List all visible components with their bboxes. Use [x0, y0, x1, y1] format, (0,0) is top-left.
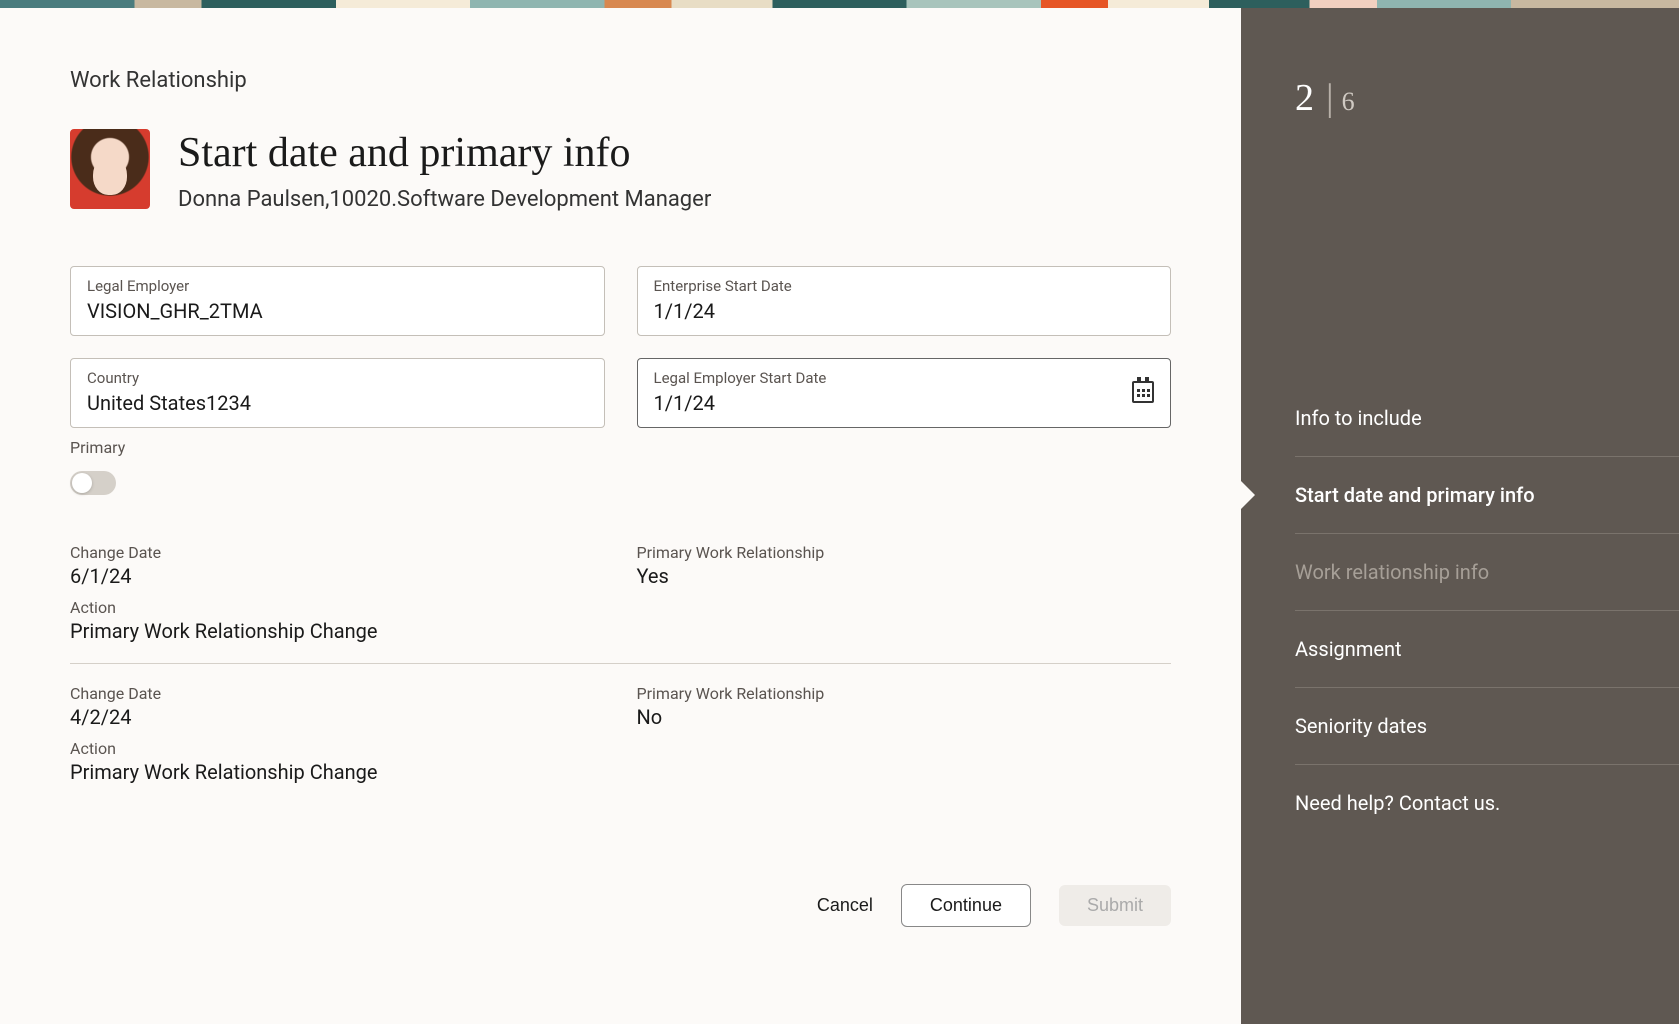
- field-value: VISION_GHR_2TMA: [87, 299, 588, 323]
- nav-item-info-to-include[interactable]: Info to include: [1295, 380, 1679, 457]
- page-subtitle: Donna Paulsen,10020.Software Development…: [178, 187, 711, 212]
- record-label: Action: [70, 739, 1171, 758]
- primary-label: Primary: [70, 438, 1171, 457]
- page-title: Start date and primary info: [178, 129, 711, 177]
- avatar: [70, 129, 150, 209]
- wizard-sidebar: 2 | 6 Info to include Start date and pri…: [1241, 8, 1679, 1024]
- step-indicator: 2 | 6: [1295, 76, 1679, 120]
- record-value: 6/1/24: [70, 564, 605, 588]
- nav-item-start-date[interactable]: Start date and primary info: [1295, 457, 1679, 534]
- record-value: 4/2/24: [70, 705, 605, 729]
- record-label: Change Date: [70, 684, 605, 703]
- legal-employer-start-date-field[interactable]: Legal Employer Start Date 1/1/24: [637, 358, 1172, 428]
- primary-section: Primary: [70, 438, 1171, 495]
- record-label: Primary Work Relationship: [637, 684, 1172, 703]
- history-record: Change Date 6/1/24 Primary Work Relation…: [70, 539, 1171, 663]
- enterprise-start-date-field[interactable]: Enterprise Start Date 1/1/24: [637, 266, 1172, 336]
- nav-item-assignment[interactable]: Assignment: [1295, 611, 1679, 688]
- field-value: 1/1/24: [654, 391, 1123, 415]
- step-total: 6: [1342, 87, 1355, 117]
- record-label: Primary Work Relationship: [637, 543, 1172, 562]
- wizard-nav: Info to include Start date and primary i…: [1295, 380, 1679, 841]
- record-value: Yes: [637, 564, 1172, 588]
- record-value: Primary Work Relationship Change: [70, 760, 1171, 784]
- cancel-button[interactable]: Cancel: [817, 895, 873, 916]
- field-label: Legal Employer Start Date: [654, 369, 1123, 387]
- field-value: 1/1/24: [654, 299, 1155, 323]
- field-label: Legal Employer: [87, 277, 588, 295]
- record-label: Change Date: [70, 543, 605, 562]
- primary-toggle[interactable]: [70, 471, 116, 495]
- nav-item-seniority-dates[interactable]: Seniority dates: [1295, 688, 1679, 765]
- record-value: Primary Work Relationship Change: [70, 619, 1171, 643]
- history-record: Change Date 4/2/24 Primary Work Relation…: [70, 663, 1171, 804]
- step-separator: |: [1326, 76, 1334, 120]
- submit-button: Submit: [1059, 885, 1171, 926]
- field-value: United States1234: [87, 391, 588, 415]
- breadcrumb: Work Relationship: [70, 68, 1171, 93]
- nav-item-work-relationship-info[interactable]: Work relationship info: [1295, 534, 1679, 611]
- legal-employer-field[interactable]: Legal Employer VISION_GHR_2TMA: [70, 266, 605, 336]
- decorative-banner: [0, 0, 1679, 8]
- nav-item-help[interactable]: Need help? Contact us.: [1295, 765, 1679, 841]
- page-header: Start date and primary info Donna Paulse…: [70, 129, 1171, 212]
- toggle-knob: [72, 473, 92, 493]
- record-label: Action: [70, 598, 1171, 617]
- history-list: Change Date 6/1/24 Primary Work Relation…: [70, 539, 1171, 804]
- action-bar: Cancel Continue Submit: [70, 884, 1171, 927]
- form-grid: Legal Employer VISION_GHR_2TMA Enterpris…: [70, 266, 1171, 428]
- step-current: 2: [1295, 76, 1314, 120]
- field-label: Country: [87, 369, 588, 387]
- field-label: Enterprise Start Date: [654, 277, 1155, 295]
- main-content: Work Relationship Start date and primary…: [0, 8, 1241, 1024]
- continue-button[interactable]: Continue: [901, 884, 1031, 927]
- record-value: No: [637, 705, 1172, 729]
- calendar-icon[interactable]: [1132, 381, 1154, 403]
- country-field[interactable]: Country United States1234: [70, 358, 605, 428]
